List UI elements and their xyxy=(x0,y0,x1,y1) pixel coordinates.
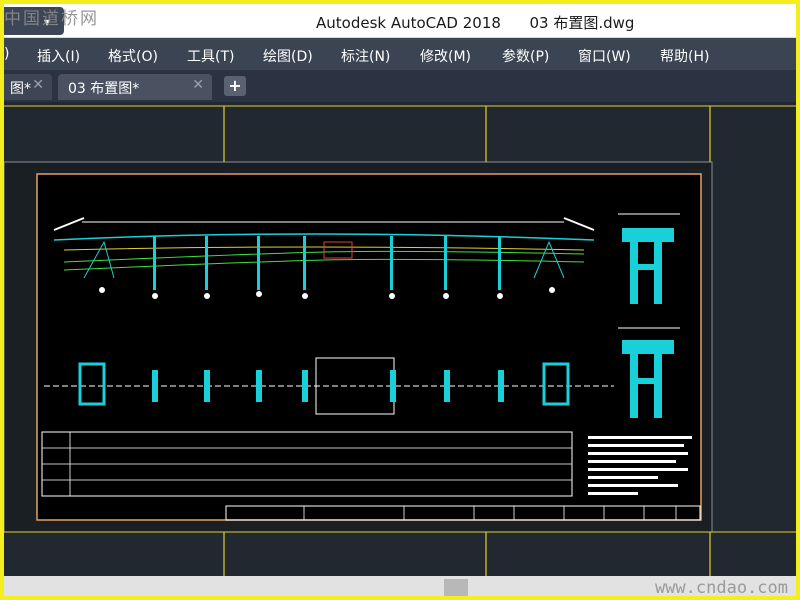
close-icon[interactable]: ✕ xyxy=(32,77,44,93)
menu-item-parametric[interactable]: 参数(P) xyxy=(502,46,549,66)
horizontal-scrollbar[interactable]: www.cndao.com xyxy=(4,576,796,598)
menu-item-tools[interactable]: 工具(T) xyxy=(187,46,234,66)
watermark-top: 中国道桥网 xyxy=(4,9,99,29)
title-bar: ▾ 中国道桥网 Autodesk AutoCAD 2018 03 布置图.dwg xyxy=(4,4,796,38)
add-tab-button[interactable]: + xyxy=(224,76,246,96)
menu-item-format[interactable]: 格式(O) xyxy=(108,46,158,66)
scroll-thumb[interactable] xyxy=(444,579,468,596)
menu-bar: ) 插入(I) 格式(O) 工具(T) 绘图(D) 标注(N) 修改(M) 参数… xyxy=(4,38,796,70)
tab-previous-file[interactable]: 图* ✕ xyxy=(4,74,52,100)
watermark-bottom: www.cndao.com xyxy=(654,578,788,598)
tab-label: 03 布置图* xyxy=(68,81,140,97)
file-name: 03 布置图.dwg xyxy=(529,14,635,32)
tab-layout-drawing[interactable]: 03 布置图* ✕ xyxy=(58,74,212,100)
menu-item-dimension[interactable]: 标注(N) xyxy=(341,46,390,66)
menu-item-modify[interactable]: 修改(M) xyxy=(420,46,471,66)
menu-item-window[interactable]: 窗口(W) xyxy=(578,46,631,66)
window-title: Autodesk AutoCAD 2018 03 布置图.dwg xyxy=(316,12,634,33)
file-tab-bar: 图* ✕ 03 布置图* ✕ xyxy=(4,70,796,102)
menu-item-help[interactable]: 帮助(H) xyxy=(660,46,709,66)
menu-item-partial[interactable]: ) xyxy=(4,46,9,62)
tab-label: 图* xyxy=(10,81,31,97)
app-name: Autodesk AutoCAD 2018 xyxy=(316,14,501,32)
close-icon[interactable]: ✕ xyxy=(192,77,204,93)
drawing-canvas[interactable] xyxy=(4,102,796,576)
menu-item-insert[interactable]: 插入(I) xyxy=(37,46,80,66)
layout-viewport[interactable] xyxy=(4,102,796,576)
menu-item-draw[interactable]: 绘图(D) xyxy=(263,46,313,66)
application-window: ▾ 中国道桥网 Autodesk AutoCAD 2018 03 布置图.dwg… xyxy=(0,0,800,600)
